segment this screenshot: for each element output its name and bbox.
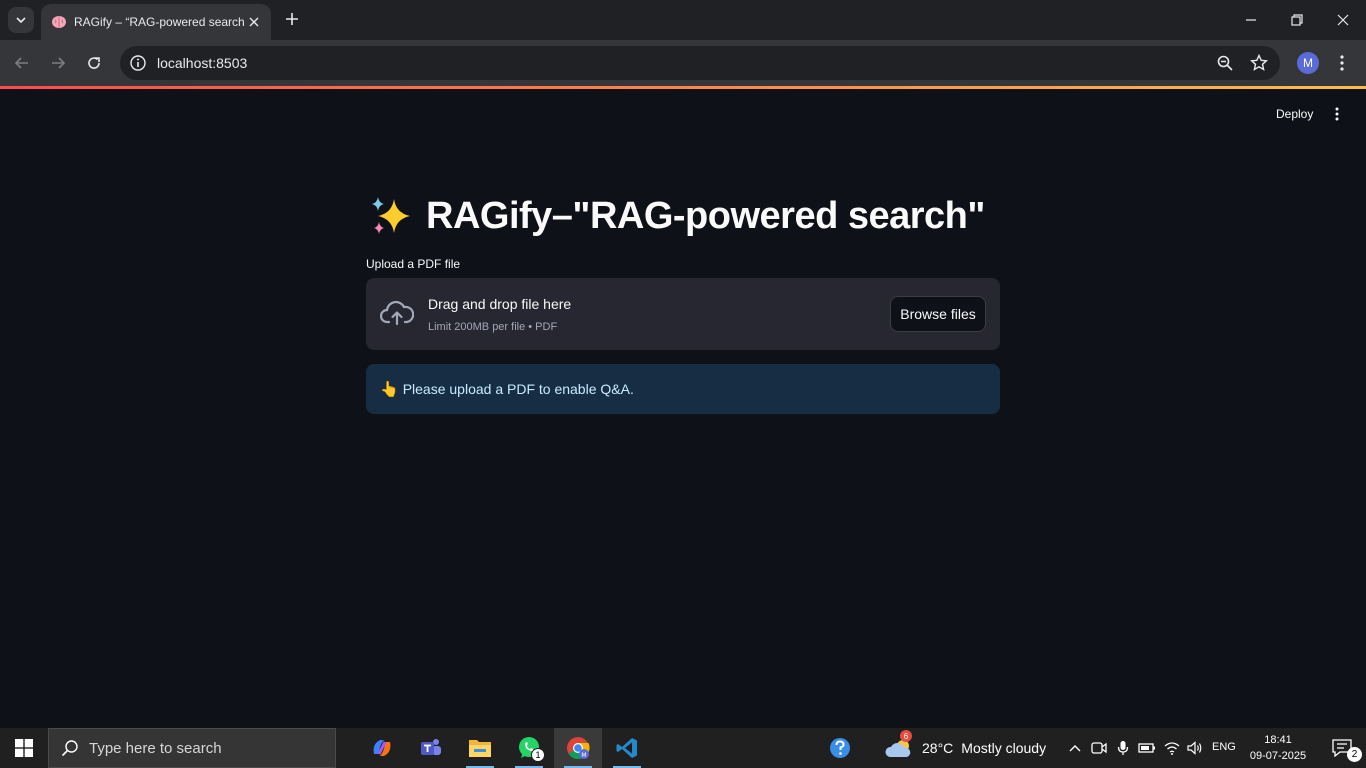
- notification-count-badge: 2: [1347, 747, 1362, 762]
- search-icon: [61, 740, 78, 757]
- browser-tab-strip: RAGify – “RAG-powered search: [0, 0, 1366, 40]
- zoom-icon[interactable]: [1216, 54, 1234, 72]
- taskbar: Type here to search 1 M 6 28°C Mostly cl…: [0, 728, 1366, 768]
- cloud-weather-icon: 6: [884, 730, 914, 760]
- chrome-app-icon[interactable]: M: [554, 728, 602, 768]
- upload-label: Upload a PDF file: [366, 257, 461, 271]
- battery-icon[interactable]: [1136, 728, 1158, 768]
- whatsapp-unread-badge: 1: [531, 748, 545, 762]
- profile-avatar[interactable]: M: [1297, 52, 1319, 74]
- microphone-icon[interactable]: [1112, 728, 1134, 768]
- file-explorer-app-icon[interactable]: [456, 728, 504, 768]
- address-bar[interactable]: localhost:8503: [120, 46, 1280, 80]
- chevron-down-icon: [16, 17, 26, 24]
- input-language[interactable]: ENG: [1212, 741, 1236, 753]
- show-hidden-icons-chevron-icon[interactable]: [1064, 728, 1086, 768]
- browser-toolbar: localhost:8503 M: [0, 40, 1366, 86]
- weather-temperature: 28°C: [922, 740, 954, 756]
- copilot-app-icon[interactable]: [358, 728, 406, 768]
- tab-search-button[interactable]: [8, 7, 34, 33]
- weather-widget[interactable]: 6 28°C Mostly cloudy: [884, 728, 1046, 768]
- clock-time: 18:41: [1264, 734, 1292, 746]
- windows-start-icon[interactable]: [0, 728, 48, 768]
- info-alert: 👆 Please upload a PDF to enable Q&A.: [366, 364, 1000, 414]
- back-arrow-icon[interactable]: [10, 51, 34, 75]
- page-title-text: RAGify–"RAG-powered search": [426, 194, 985, 237]
- app-menu-icon[interactable]: [1328, 105, 1346, 123]
- app-main-area: Deploy RAGify–"RAG-powered search" Uploa…: [0, 89, 1366, 728]
- teams-app-icon[interactable]: [407, 728, 455, 768]
- page-title: RAGify–"RAG-powered search": [368, 193, 985, 239]
- dropzone-limit: Limit 200MB per file • PDF: [428, 321, 558, 333]
- close-tab-icon[interactable]: [245, 13, 263, 31]
- volume-icon[interactable]: [1184, 728, 1206, 768]
- pointing-up-icon: 👆: [380, 381, 399, 398]
- weather-alert-badge: 6: [900, 730, 912, 742]
- minimize-icon[interactable]: [1231, 5, 1271, 35]
- browser-tab-active[interactable]: RAGify – “RAG-powered search: [41, 4, 271, 40]
- url-text: localhost:8503: [157, 55, 248, 71]
- taskbar-search-placeholder: Type here to search: [89, 739, 222, 757]
- forward-arrow-icon[interactable]: [46, 51, 70, 75]
- new-tab-icon[interactable]: [281, 8, 303, 30]
- whatsapp-app-icon[interactable]: 1: [505, 728, 553, 768]
- tab-title: RAGify – “RAG-powered search: [74, 15, 244, 29]
- brain-icon: [51, 14, 67, 30]
- clock-date: 09-07-2025: [1249, 750, 1307, 762]
- sparkles-icon: [372, 197, 410, 234]
- browse-files-button[interactable]: Browse files: [890, 296, 986, 332]
- notification-center-icon[interactable]: 2: [1318, 728, 1366, 768]
- camera-icon[interactable]: [1088, 728, 1110, 768]
- info-message: Please upload a PDF to enable Q&A.: [402, 381, 634, 397]
- restore-icon[interactable]: [1277, 5, 1317, 35]
- dropzone-instructions: Drag and drop file here: [428, 296, 572, 312]
- svg-text:M: M: [581, 752, 586, 759]
- browser-menu-icon[interactable]: [1333, 52, 1351, 74]
- help-app-icon[interactable]: [816, 728, 864, 768]
- bookmark-star-icon[interactable]: [1250, 54, 1268, 72]
- site-info-icon[interactable]: [129, 54, 147, 72]
- reload-icon[interactable]: [82, 51, 106, 75]
- wifi-icon[interactable]: [1160, 728, 1184, 768]
- weather-condition: Mostly cloudy: [961, 740, 1047, 756]
- taskbar-search-box[interactable]: Type here to search: [48, 728, 336, 768]
- close-window-icon[interactable]: [1323, 5, 1363, 35]
- file-dropzone[interactable]: Drag and drop file here Limit 200MB per …: [366, 278, 1000, 350]
- system-clock[interactable]: 18:41 09-07-2025: [1246, 732, 1310, 764]
- vscode-app-icon[interactable]: [603, 728, 651, 768]
- cloud-upload-icon: [380, 300, 414, 326]
- deploy-button[interactable]: Deploy: [1268, 103, 1321, 125]
